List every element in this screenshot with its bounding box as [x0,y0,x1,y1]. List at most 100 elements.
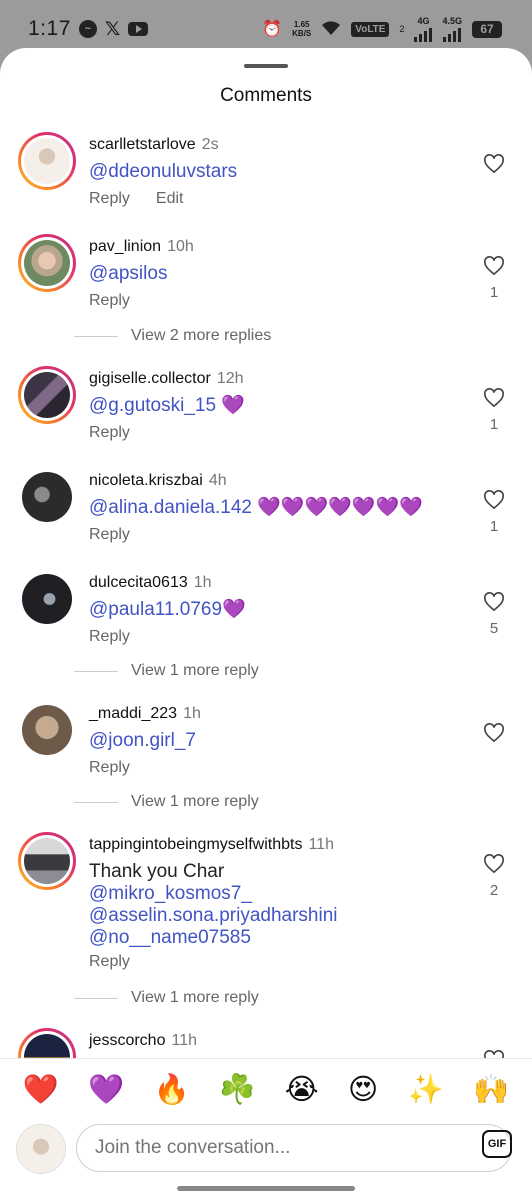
heart-icon[interactable] [483,854,505,874]
mention-link[interactable]: mikro_kosmos7_ [89,883,469,905]
comment-username-row: scarlletstarlove 2s [89,136,219,154]
emoji-quick-bar: ❤️ 💜 🔥 ☘️ 😭 😍 ✨ 🙌 [0,1058,532,1120]
comment-text: apsilos [89,263,469,285]
mention-link[interactable]: alina.daniela.142 [89,497,252,518]
avatar[interactable] [18,234,76,292]
avatar[interactable] [18,832,76,890]
emoji-raised-hands[interactable]: 🙌 [473,1073,509,1107]
avatar[interactable] [18,132,76,190]
avatar[interactable] [22,705,72,755]
reply-button[interactable]: Reply [89,292,130,309]
speed-value: 1.65 [293,20,310,29]
timestamp: 10h [167,238,194,255]
username[interactable]: gigiselle.collector [89,370,211,387]
signal-1: 4G [414,16,433,42]
heart-icon[interactable] [483,1050,505,1058]
volte-badge: VoLTE [351,21,390,37]
heart-icon[interactable] [483,154,505,174]
mention-link[interactable]: asselin.sona.priyadharshini [89,905,469,927]
heart-icon[interactable] [483,723,505,743]
comment-actions: Reply Edit [89,190,209,208]
mention-link[interactable]: paula11.0769 [89,599,222,620]
emoji-sparkles[interactable]: ✨ [408,1073,444,1107]
comments-sheet: Comments scarlletstarlove 2s ddeonuluvsta… [0,48,532,1200]
heart-icon[interactable] [483,388,505,408]
emoji-red-heart[interactable]: ❤️ [23,1073,59,1107]
view-more-label[interactable]: View 1 more reply [131,662,259,680]
avatar-image [17,1125,65,1173]
avatar-image [24,240,70,286]
edit-button[interactable]: Edit [156,190,184,207]
divider [74,335,118,337]
gif-button[interactable]: GIF [482,1130,512,1158]
reply-button[interactable]: Reply [89,628,130,645]
username[interactable]: jesscorcho [89,1032,165,1049]
reply-button[interactable]: Reply [89,759,130,776]
reply-button[interactable]: Reply [89,526,130,543]
emoji-crying[interactable]: 😭 [285,1072,319,1107]
gesture-nav-bar[interactable] [177,1186,355,1191]
emoji-shamrock[interactable]: ☘️ [219,1073,255,1107]
emoji-heart-eyes[interactable]: 😍 [348,1072,378,1107]
comment-text: paula11.0769💜 [89,599,469,621]
comment-composer: GIF [0,1120,532,1178]
comment-suffix: 💜 [216,395,245,416]
reply-button[interactable]: Reply [89,190,130,207]
view-more-replies[interactable]: View 2 more replies [74,327,271,345]
mention-link[interactable]: no__name07585 [89,927,469,949]
divider [74,670,118,672]
username[interactable]: tappingintobeingmyselfwithbts [89,836,302,853]
heart-icon[interactable] [483,490,505,510]
timestamp: 2s [201,136,219,153]
divider [74,997,118,999]
avatar[interactable] [18,1028,76,1058]
heart-icon[interactable] [483,592,505,612]
timestamp: 12h [216,370,244,387]
mention-link[interactable]: joon.girl_7 [89,730,469,752]
view-more-replies[interactable]: View 1 more reply [74,989,259,1007]
status-bar-left: 1:17 ~ 𝕏 [28,17,149,41]
comment-actions: Reply [89,424,156,442]
comment-text: g.gutoski_15 💜 [89,395,469,417]
comment-username-row: _maddi_223 1h [89,705,201,723]
username[interactable]: pav_linion [89,238,161,255]
view-more-label[interactable]: View 1 more reply [131,793,259,811]
mention-link[interactable]: ddeonuluvstars [89,161,469,183]
avatar[interactable] [18,366,76,424]
net2-label: 4.5G [442,16,462,26]
username[interactable]: nicoleta.kriszbai [89,472,203,489]
avatar-image [24,138,70,184]
like-count: 1 [489,284,499,301]
avatar[interactable] [22,574,72,624]
comment-item: tappingintobeingmyselfwithbts 11h Thank y… [0,832,532,982]
avatar-image [22,574,72,624]
view-more-label[interactable]: View 1 more reply [131,989,259,1007]
divider [74,801,118,803]
view-more-label[interactable]: View 2 more replies [131,327,271,345]
like-count: 5 [489,620,499,637]
mention-link[interactable]: g.gutoski_15 [89,395,216,416]
username[interactable]: dulcecita0613 [89,574,188,591]
like-column: 1 [480,256,508,301]
my-avatar [16,1124,66,1174]
avatar[interactable] [22,472,72,522]
comment-text: ddeonuluvstars [89,161,469,183]
comment-actions: Reply [89,292,156,310]
view-more-replies[interactable]: View 1 more reply [74,662,259,680]
mention-link[interactable]: apsilos [89,263,469,285]
username[interactable]: scarlletstarlove [89,136,196,153]
signal-bars-icon [414,26,433,42]
like-column: 1 [480,388,508,433]
drag-handle[interactable] [244,64,288,68]
comment-input[interactable] [76,1124,512,1172]
heart-icon[interactable] [483,256,505,276]
emoji-purple-heart[interactable]: 💜 [88,1073,124,1107]
comment-item: nicoleta.kriszbai 4h alina.daniela.142 💜💜… [0,468,532,578]
reply-button[interactable]: Reply [89,424,130,441]
avatar-image [22,472,72,522]
emoji-fire[interactable]: 🔥 [154,1073,190,1107]
reply-button[interactable]: Reply [89,953,130,970]
username[interactable]: _maddi_223 [89,705,177,722]
view-more-replies[interactable]: View 1 more reply [74,793,259,811]
avatar-image [22,705,72,755]
